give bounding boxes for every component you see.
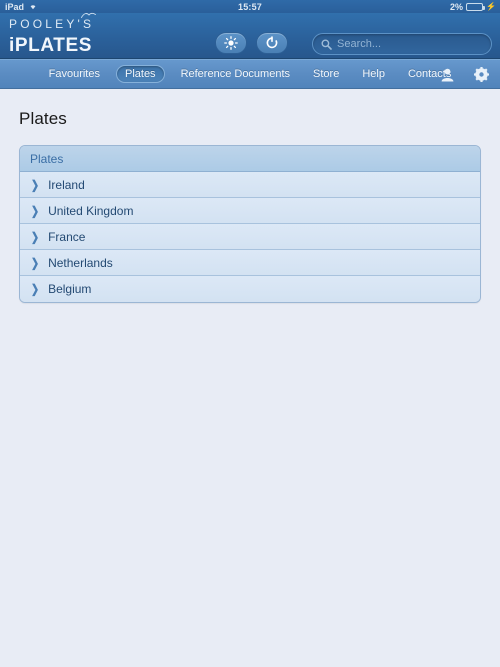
table-row[interactable]: ❯ France xyxy=(20,224,480,250)
status-time: 15:57 xyxy=(237,1,263,12)
battery-icon xyxy=(466,2,486,11)
main-content: Plates Plates ❯ Ireland ❯ United Kingdom… xyxy=(0,89,500,667)
page-title: Plates xyxy=(19,109,67,128)
settings-gear-icon[interactable] xyxy=(473,66,490,83)
main-nav-bar: Favourites Plates Reference Documents St… xyxy=(0,59,500,89)
sun-icon xyxy=(224,36,238,50)
row-label-belgium: Belgium xyxy=(48,282,92,296)
nav-item-help[interactable]: Help xyxy=(355,65,392,83)
app-logo: POOLEY'S iPLATES xyxy=(9,12,97,56)
search-input[interactable]: Search... xyxy=(312,33,492,55)
search-icon xyxy=(321,39,332,50)
row-label-ireland: Ireland xyxy=(48,177,85,192)
row-label-united-kingdom: United Kingdom xyxy=(48,203,134,218)
nav-item-favourites[interactable]: Favourites xyxy=(42,65,107,83)
chevron-right-icon: ❯ xyxy=(31,282,40,296)
row-label-france: France xyxy=(48,229,86,244)
brightness-button[interactable] xyxy=(215,32,247,54)
chevron-right-icon: ❯ xyxy=(31,177,40,192)
nav-item-store[interactable]: Store xyxy=(306,65,346,83)
battery-percent-label: 2% xyxy=(450,1,464,12)
nav-item-plates[interactable]: Plates xyxy=(115,65,165,83)
header-button-group xyxy=(215,32,288,54)
table-row[interactable]: ❯ Belgium xyxy=(20,276,480,302)
status-right: 2% ⚡ xyxy=(450,2,496,12)
table-header-label: Plates xyxy=(30,151,64,166)
app-header: POOLEY'S iPLATES Search... xyxy=(0,12,500,59)
nav-item-list: Favourites Plates Reference Documents St… xyxy=(42,65,459,83)
refresh-button[interactable] xyxy=(256,32,288,54)
charging-bolt-icon: ⚡ xyxy=(486,1,496,11)
chevron-right-icon: ❯ xyxy=(31,229,40,244)
plates-table: Plates ❯ Ireland ❯ United Kingdom ❯ Fran… xyxy=(19,145,481,303)
user-account-icon[interactable] xyxy=(440,67,455,82)
nav-item-reference-documents[interactable]: Reference Documents xyxy=(174,65,297,83)
refresh-icon xyxy=(266,36,278,49)
logo-top-text: POOLEY'S xyxy=(9,12,97,30)
nav-icon-group xyxy=(440,66,490,83)
table-header: Plates xyxy=(20,146,480,172)
bird-swoosh-icon xyxy=(81,12,97,18)
table-row[interactable]: ❯ Netherlands xyxy=(20,250,480,276)
row-label-netherlands: Netherlands xyxy=(48,255,113,270)
search-placeholder: Search... xyxy=(337,38,382,50)
logo-iplates-label: iPLATES xyxy=(9,35,93,56)
table-row[interactable]: ❯ United Kingdom xyxy=(20,198,480,224)
chevron-right-icon: ❯ xyxy=(31,255,40,270)
status-bar: iPad 15:57 2% ⚡ xyxy=(0,0,500,13)
table-row[interactable]: ❯ Ireland xyxy=(20,172,480,198)
chevron-right-icon: ❯ xyxy=(31,203,40,218)
